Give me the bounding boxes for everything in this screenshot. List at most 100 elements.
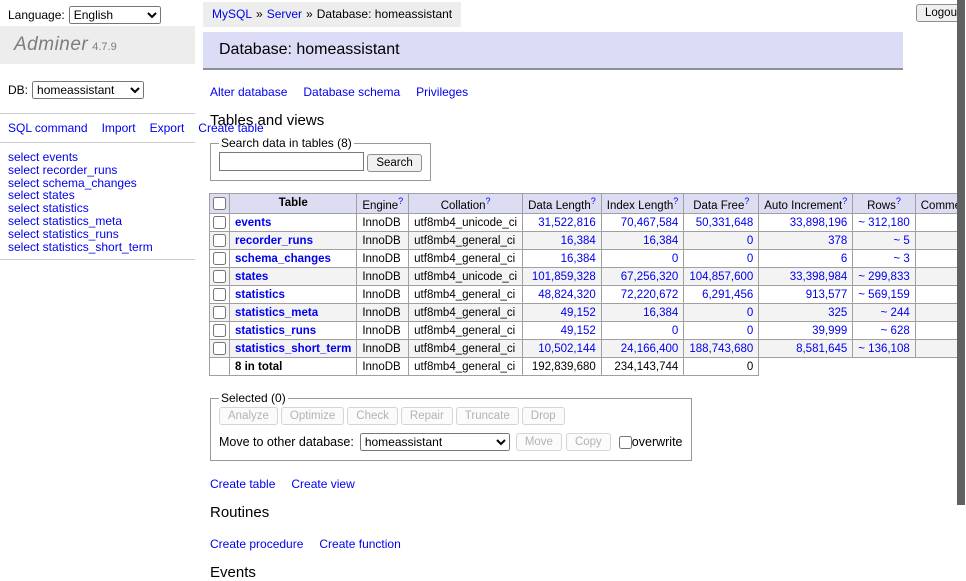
database-action-link[interactable]: Alter database [210, 85, 287, 99]
help-sup: ? [673, 196, 678, 207]
scrollbar-thumb[interactable] [957, 0, 965, 505]
column-header: Data Length? [523, 193, 602, 214]
tables-heading: Tables and views [210, 112, 923, 129]
search-input[interactable] [219, 152, 364, 171]
column-header-label: Index Length [607, 199, 674, 211]
help-link[interactable]: ? [591, 196, 596, 206]
help-link[interactable]: ? [673, 196, 678, 206]
table-row: statistics_runsInnoDButf8mb4_general_ci4… [210, 322, 966, 340]
table-name-link[interactable]: statistics_runs [235, 325, 316, 337]
db-row: DB:homeassistant [8, 81, 195, 99]
row-select-cell [210, 304, 230, 322]
help-link[interactable]: ? [485, 196, 490, 206]
copy-button[interactable]: Copy [566, 433, 611, 451]
row-checkbox[interactable] [213, 342, 226, 355]
sidebar-select-link[interactable]: select statistics_short_term [8, 241, 187, 254]
row-checkbox[interactable] [213, 270, 226, 283]
create-function-link[interactable]: Create function [319, 537, 400, 551]
auto-increment-cell: 378 [759, 232, 853, 250]
rows-cell: ~ 628 [853, 322, 915, 340]
language-select[interactable]: English [69, 6, 161, 24]
table-name-link[interactable]: schema_changes [235, 253, 331, 265]
select-all-cell [210, 193, 230, 214]
table-name-cell: statistics_runs [230, 322, 357, 340]
drop-button[interactable]: Drop [522, 407, 565, 425]
check-button[interactable]: Check [347, 407, 398, 425]
column-header: Engine? [357, 193, 409, 214]
engine-cell: InnoDB [357, 340, 409, 358]
search-button[interactable]: Search [367, 154, 421, 172]
table-name-link[interactable]: statistics_short_term [235, 343, 351, 355]
sidebar-select-link[interactable]: select recorder_runs [8, 164, 187, 177]
total-data-free-cell: 0 [684, 358, 759, 376]
app-version: 4.7.9 [92, 41, 116, 53]
events-heading: Events [210, 564, 923, 581]
auto-increment-cell: 8,581,645 [759, 340, 853, 358]
collation-cell: utf8mb4_general_ci [409, 232, 523, 250]
total-index-length-cell: 234,143,744 [601, 358, 684, 376]
sidebar-command-link[interactable]: Export [150, 121, 185, 135]
analyze-button[interactable]: Analyze [219, 407, 278, 425]
index-length-cell: 16,384 [601, 304, 684, 322]
row-select-cell [210, 214, 230, 232]
help-link[interactable]: ? [842, 196, 847, 206]
row-checkbox[interactable] [213, 306, 226, 319]
table-name-link[interactable]: states [235, 271, 268, 283]
table-row: statistics_short_termInnoDButf8mb4_gener… [210, 340, 966, 358]
sidebar-command-link[interactable]: Import [102, 121, 136, 135]
auto-increment-cell: 33,398,984 [759, 268, 853, 286]
sidebar-command-link[interactable]: SQL command [8, 121, 88, 135]
total-blank-cell [759, 358, 853, 376]
table-name-link[interactable]: statistics [235, 289, 285, 301]
scrollbar-track[interactable] [957, 0, 966, 543]
row-select-cell [210, 286, 230, 304]
help-sup: ? [896, 196, 901, 207]
help-sup: ? [744, 196, 749, 207]
row-checkbox[interactable] [213, 234, 226, 247]
data-free-cell: 0 [684, 232, 759, 250]
optimize-button[interactable]: Optimize [281, 407, 344, 425]
row-checkbox[interactable] [213, 216, 226, 229]
breadcrumb-link[interactable]: MySQL [212, 7, 252, 21]
collation-cell: utf8mb4_general_ci [409, 304, 523, 322]
repair-button[interactable]: Repair [401, 407, 453, 425]
create-table-link[interactable]: Create table [210, 477, 275, 491]
row-checkbox[interactable] [213, 252, 226, 265]
table-name-link[interactable]: statistics_meta [235, 307, 318, 319]
auto-increment-cell: 325 [759, 304, 853, 322]
db-select[interactable]: homeassistant [32, 81, 144, 99]
table-name-link[interactable]: events [235, 217, 271, 229]
column-header: Data Free? [684, 193, 759, 214]
create-procedure-link[interactable]: Create procedure [210, 537, 303, 551]
overwrite-checkbox[interactable] [619, 436, 632, 449]
row-checkbox[interactable] [213, 288, 226, 301]
help-link[interactable]: ? [896, 196, 901, 206]
selected-buttons: AnalyzeOptimizeCheckRepairTruncateDrop [219, 407, 683, 425]
table-row: statesInnoDButf8mb4_unicode_ci101,859,32… [210, 268, 966, 286]
selected-legend: Selected (0) [219, 391, 288, 405]
data-free-cell: 188,743,680 [684, 340, 759, 358]
table-name-link[interactable]: recorder_runs [235, 235, 313, 247]
overwrite-option: overwrite [619, 435, 683, 449]
truncate-button[interactable]: Truncate [456, 407, 519, 425]
database-action-link[interactable]: Database schema [303, 85, 400, 99]
column-header-label: Collation [441, 199, 486, 211]
move-button[interactable]: Move [516, 433, 562, 451]
create-view-link[interactable]: Create view [291, 477, 354, 491]
tables-list: TableEngine?Collation?Data Length?Index … [209, 193, 966, 377]
sidebar-select-link[interactable]: select statistics_meta [8, 215, 187, 228]
breadcrumb-separator: » [306, 7, 313, 21]
select-all-checkbox[interactable] [213, 197, 226, 210]
sidebar-select-link[interactable]: select statistics_runs [8, 228, 187, 241]
table-row: statistics_metaInnoDButf8mb4_general_ci4… [210, 304, 966, 322]
database-action-link[interactable]: Privileges [416, 85, 468, 99]
data-length-cell: 101,859,328 [523, 268, 602, 286]
breadcrumb-link[interactable]: Server [267, 7, 302, 21]
help-link[interactable]: ? [744, 196, 749, 206]
table-row: eventsInnoDButf8mb4_unicode_ci31,522,816… [210, 214, 966, 232]
row-checkbox[interactable] [213, 324, 226, 337]
sidebar-select-link[interactable]: select events [8, 151, 187, 164]
move-db-select[interactable]: homeassistant [360, 433, 510, 451]
sidebar: Language:English Adminer4.7.9 DB:homeass… [0, 0, 195, 543]
help-link[interactable]: ? [398, 196, 403, 206]
